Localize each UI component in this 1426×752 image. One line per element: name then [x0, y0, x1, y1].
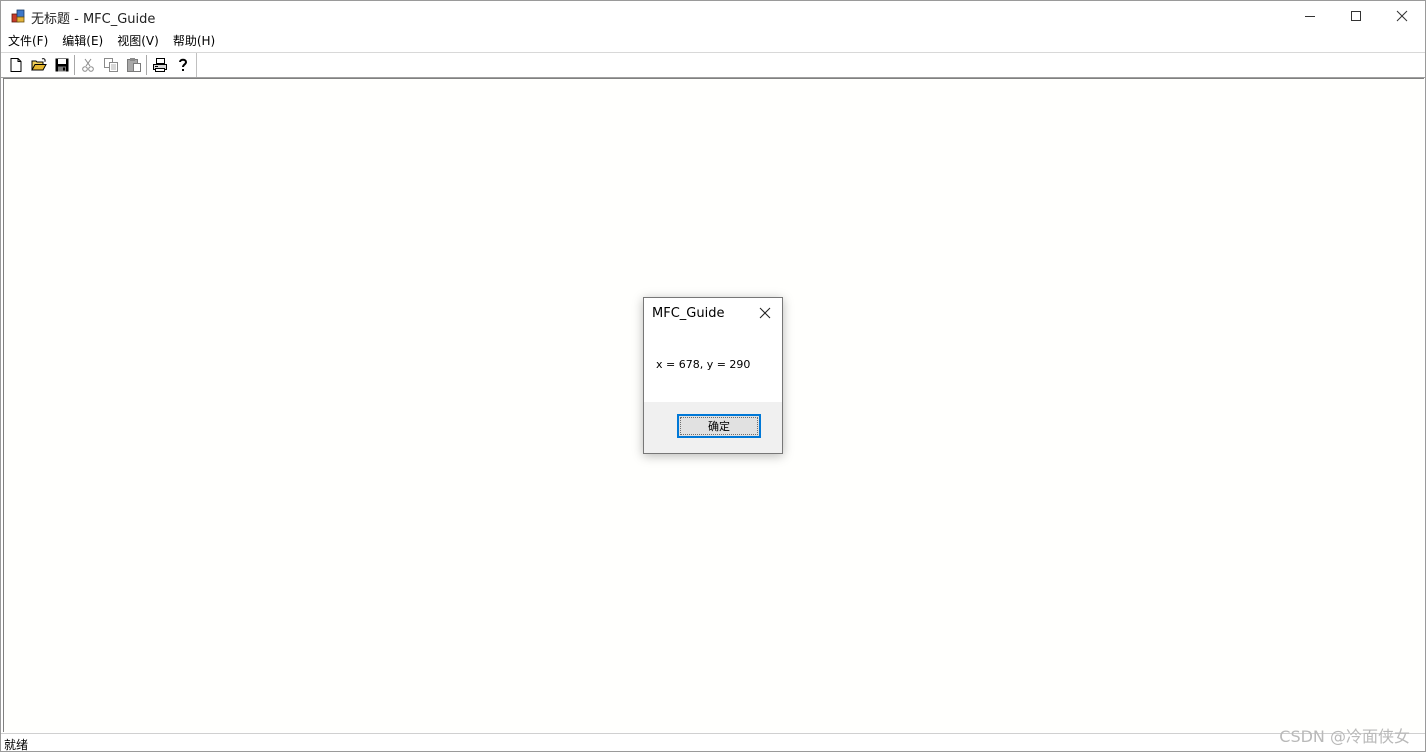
- print-button[interactable]: [148, 54, 171, 76]
- open-folder-icon: [30, 58, 47, 71]
- window-title: 无标题 - MFC_Guide: [31, 12, 156, 27]
- dialog-close-button[interactable]: [754, 303, 776, 323]
- new-button[interactable]: [4, 54, 27, 76]
- menu-view[interactable]: 视图(V): [110, 31, 166, 52]
- close-icon: [1396, 10, 1408, 22]
- toolbar-separator: [146, 55, 147, 75]
- cut-icon: [81, 58, 94, 72]
- print-icon: [152, 58, 167, 72]
- copy-icon: [103, 58, 118, 72]
- menu-bar: 文件(F) 编辑(E) 视图(V) 帮助(H): [1, 31, 1425, 52]
- dialog-button-area: 确定: [644, 402, 782, 453]
- dialog-message: x = 678, y = 290: [656, 358, 751, 371]
- menu-edit[interactable]: 编辑(E): [55, 31, 110, 52]
- minimize-icon: [1305, 16, 1315, 17]
- status-bar: 就绪: [1, 733, 1425, 752]
- paste-button[interactable]: [122, 54, 145, 76]
- message-box: MFC_Guide x = 678, y = 290 确定: [643, 297, 783, 454]
- status-text: 就绪: [4, 738, 29, 752]
- close-icon: [759, 307, 771, 319]
- mfc-app-icon: [11, 9, 25, 23]
- save-disk-icon: [55, 58, 68, 72]
- toolbar-separator: [74, 55, 75, 75]
- open-button[interactable]: [27, 54, 50, 76]
- menu-help[interactable]: 帮助(H): [166, 31, 222, 52]
- menu-file[interactable]: 文件(F): [1, 31, 55, 52]
- title-bar[interactable]: 无标题 - MFC_Guide: [1, 1, 1425, 31]
- ok-button[interactable]: 确定: [677, 414, 761, 438]
- new-document-icon: [10, 58, 21, 72]
- watermark: CSDN @冷面侠女: [1279, 727, 1410, 746]
- maximize-icon: [1351, 11, 1361, 21]
- maximize-button[interactable]: [1333, 1, 1379, 31]
- save-button[interactable]: [50, 54, 73, 76]
- dialog-title: MFC_Guide: [652, 306, 725, 321]
- context-help-button[interactable]: [171, 54, 194, 76]
- cut-button[interactable]: [76, 54, 99, 76]
- copy-button[interactable]: [99, 54, 122, 76]
- minimize-button[interactable]: [1287, 1, 1333, 31]
- close-button[interactable]: [1379, 1, 1425, 31]
- help-context-icon: [178, 58, 187, 71]
- paste-icon: [126, 58, 141, 72]
- toolbar: [1, 52, 1425, 78]
